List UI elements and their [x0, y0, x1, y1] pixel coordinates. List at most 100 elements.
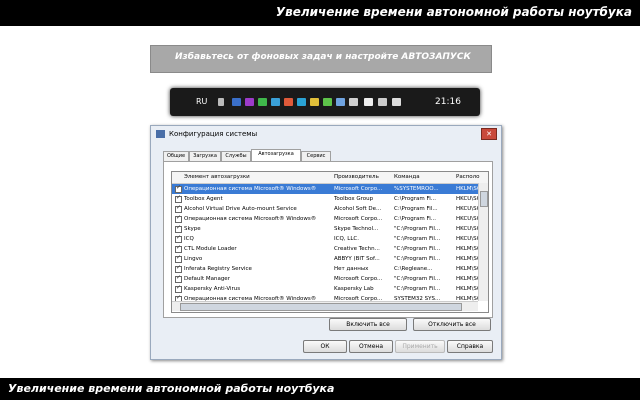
list-item[interactable]: Skype Skype Technol... "C:\Program Fil... H… — [172, 224, 478, 234]
enable-all-button[interactable]: Включить все — [329, 318, 407, 331]
startup-checkbox[interactable] — [175, 224, 182, 233]
list-cell: Toolbox Group — [334, 196, 374, 202]
list-item[interactable]: Lingvo ABBYY (BIT Sof... "C:\Program Fil..… — [172, 254, 478, 264]
list-item[interactable]: Kaspersky Anti-Virus Kaspersky Lab "C:\Pro… — [172, 284, 478, 294]
list-item[interactable]: Default Manager Microsoft Corpo... "C:\Pro… — [172, 274, 478, 284]
list-cell: Операционная система Microsoft® Windows® — [184, 186, 317, 192]
startup-checkbox[interactable] — [175, 274, 182, 283]
system-config-icon — [156, 130, 165, 138]
list-cell: HKCU\SO — [456, 206, 478, 212]
list-item[interactable]: Inferata Registry Service Нет данных C:\Re… — [172, 264, 478, 274]
list-item[interactable]: Toolbox Agent Toolbox Group C:\Program Fi.… — [172, 194, 478, 204]
list-cell: Lingvo — [184, 256, 203, 262]
tab-tools[interactable]: Сервис — [301, 151, 331, 161]
horizontal-scrollbar[interactable] — [172, 301, 478, 311]
list-cell: C:\Regleane... — [394, 266, 433, 272]
list-cell: Microsoft Corpo... — [334, 216, 383, 222]
list-cell: Kaspersky Anti-Virus — [184, 286, 241, 292]
top-title-bar: Увеличение времени автономной работы ноу… — [0, 0, 640, 26]
list-cell: Alcohol Soft De... — [334, 206, 382, 212]
app-icon[interactable] — [336, 98, 345, 106]
startup-checkbox[interactable] — [175, 204, 182, 213]
column-header-command[interactable]: Команда — [394, 174, 420, 180]
close-button[interactable]: ✕ — [481, 128, 497, 140]
list-cell: C:\Program Fil... — [394, 206, 438, 212]
chevron-up-icon[interactable] — [218, 98, 224, 106]
apply-button[interactable]: Применить — [395, 340, 445, 353]
app-icon[interactable] — [323, 98, 332, 106]
vertical-scrollbar[interactable] — [478, 183, 488, 301]
cancel-button[interactable]: Отмена — [349, 340, 393, 353]
list-cell: ICQ, LLC. — [334, 236, 360, 242]
column-header-location[interactable]: Располо — [456, 174, 480, 180]
app-icon[interactable] — [349, 98, 358, 106]
list-cell: HKLM\SO — [456, 266, 478, 272]
list-item[interactable]: CTL Module Loader Creative Techn... "C:\Pr… — [172, 244, 478, 254]
list-cell: HKCU\SO — [456, 216, 478, 222]
list-cell: HKCU\SO — [456, 196, 478, 202]
tab-services[interactable]: Службы — [221, 151, 251, 161]
list-cell: HKLM\SO — [456, 286, 478, 292]
startup-checkbox[interactable] — [175, 284, 182, 293]
list-item[interactable]: Операционная система Microsoft® Windows®… — [172, 184, 478, 194]
app-icon[interactable] — [258, 98, 267, 106]
app-icon[interactable] — [245, 98, 254, 106]
startup-checkbox[interactable] — [175, 184, 182, 193]
scrollbar-thumb[interactable] — [480, 191, 488, 207]
system-config-dialog: Конфигурация системы ✕ Общие Загрузка Сл… — [150, 125, 502, 360]
list-cell: HKLM\SO — [456, 276, 478, 282]
list-cell: Toolbox Agent — [184, 196, 223, 202]
banner-text: Избавьтесь от фоновых задач и настройте … — [175, 52, 471, 62]
app-icon[interactable] — [271, 98, 280, 106]
ok-button[interactable]: ОК — [303, 340, 347, 353]
list-cell: Default Manager — [184, 276, 230, 282]
disable-all-button[interactable]: Отключить все — [413, 318, 491, 331]
app-icon[interactable] — [232, 98, 241, 106]
clock[interactable]: 21:16 — [435, 97, 461, 107]
list-cell: "C:\Program Fil... — [394, 246, 441, 252]
tab-boot[interactable]: Загрузка — [189, 151, 221, 161]
list-cell: %SYSTEMROO... — [394, 186, 439, 192]
dialog-title: Конфигурация системы — [169, 130, 258, 138]
list-cell: Skype Technol... — [334, 226, 379, 232]
list-cell: HKLM\SO — [456, 186, 478, 192]
list-cell: HKLM\SO — [456, 256, 478, 262]
app-icon[interactable] — [284, 98, 293, 106]
list-cell: Inferata Registry Service — [184, 266, 252, 272]
startup-checkbox[interactable] — [175, 254, 182, 263]
scrollbar-thumb[interactable] — [180, 303, 462, 311]
list-cell: Microsoft Corpo... — [334, 186, 383, 192]
header-title: Увеличение времени автономной работы ноу… — [275, 5, 632, 19]
list-cell: C:\Program Fi... — [394, 196, 437, 202]
tip-banner: Избавьтесь от фоновых задач и настройте … — [150, 45, 492, 73]
list-item[interactable]: ICQ ICQ, LLC. "C:\Program Fil... HKCU\SO — [172, 234, 478, 244]
list-cell: C:\Program Fi... — [394, 216, 437, 222]
startup-checkbox[interactable] — [175, 194, 182, 203]
list-item[interactable]: Alcohol Virtual Drive Auto-mount Service… — [172, 204, 478, 214]
bottom-title-bar: Увеличение времени автономной работы ноу… — [0, 378, 640, 400]
list-cell: Операционная система Microsoft® Windows® — [184, 216, 317, 222]
help-button[interactable]: Справка — [447, 340, 493, 353]
startup-checkbox[interactable] — [175, 264, 182, 273]
startup-checkbox[interactable] — [175, 214, 182, 223]
language-indicator[interactable]: RU — [196, 97, 207, 106]
list-cell: CTL Module Loader — [184, 246, 237, 252]
footer-title: Увеличение времени автономной работы ноу… — [8, 382, 335, 395]
list-cell: Skype — [184, 226, 201, 232]
network-icon[interactable] — [378, 98, 387, 106]
volume-icon[interactable] — [392, 98, 401, 106]
app-icon[interactable] — [297, 98, 306, 106]
startup-checkbox[interactable] — [175, 244, 182, 253]
list-cell: HKLM\SO — [456, 246, 478, 252]
flag-icon[interactable] — [364, 98, 373, 106]
startup-checkbox[interactable] — [175, 234, 182, 243]
column-header-manufacturer[interactable]: Производитель — [334, 174, 379, 180]
list-item[interactable]: Операционная система Microsoft® Windows®… — [172, 214, 478, 224]
app-icon[interactable] — [310, 98, 319, 106]
tab-general[interactable]: Общие — [163, 151, 189, 161]
taskbar-tray: RU 21:16 — [170, 88, 480, 116]
list-cell: Kaspersky Lab — [334, 286, 374, 292]
column-header-item[interactable]: Элемент автозагрузки — [184, 174, 250, 180]
list-cell: "C:\Program Fil... — [394, 256, 441, 262]
startup-panel: Элемент автозагрузки Производитель Коман… — [163, 161, 493, 318]
